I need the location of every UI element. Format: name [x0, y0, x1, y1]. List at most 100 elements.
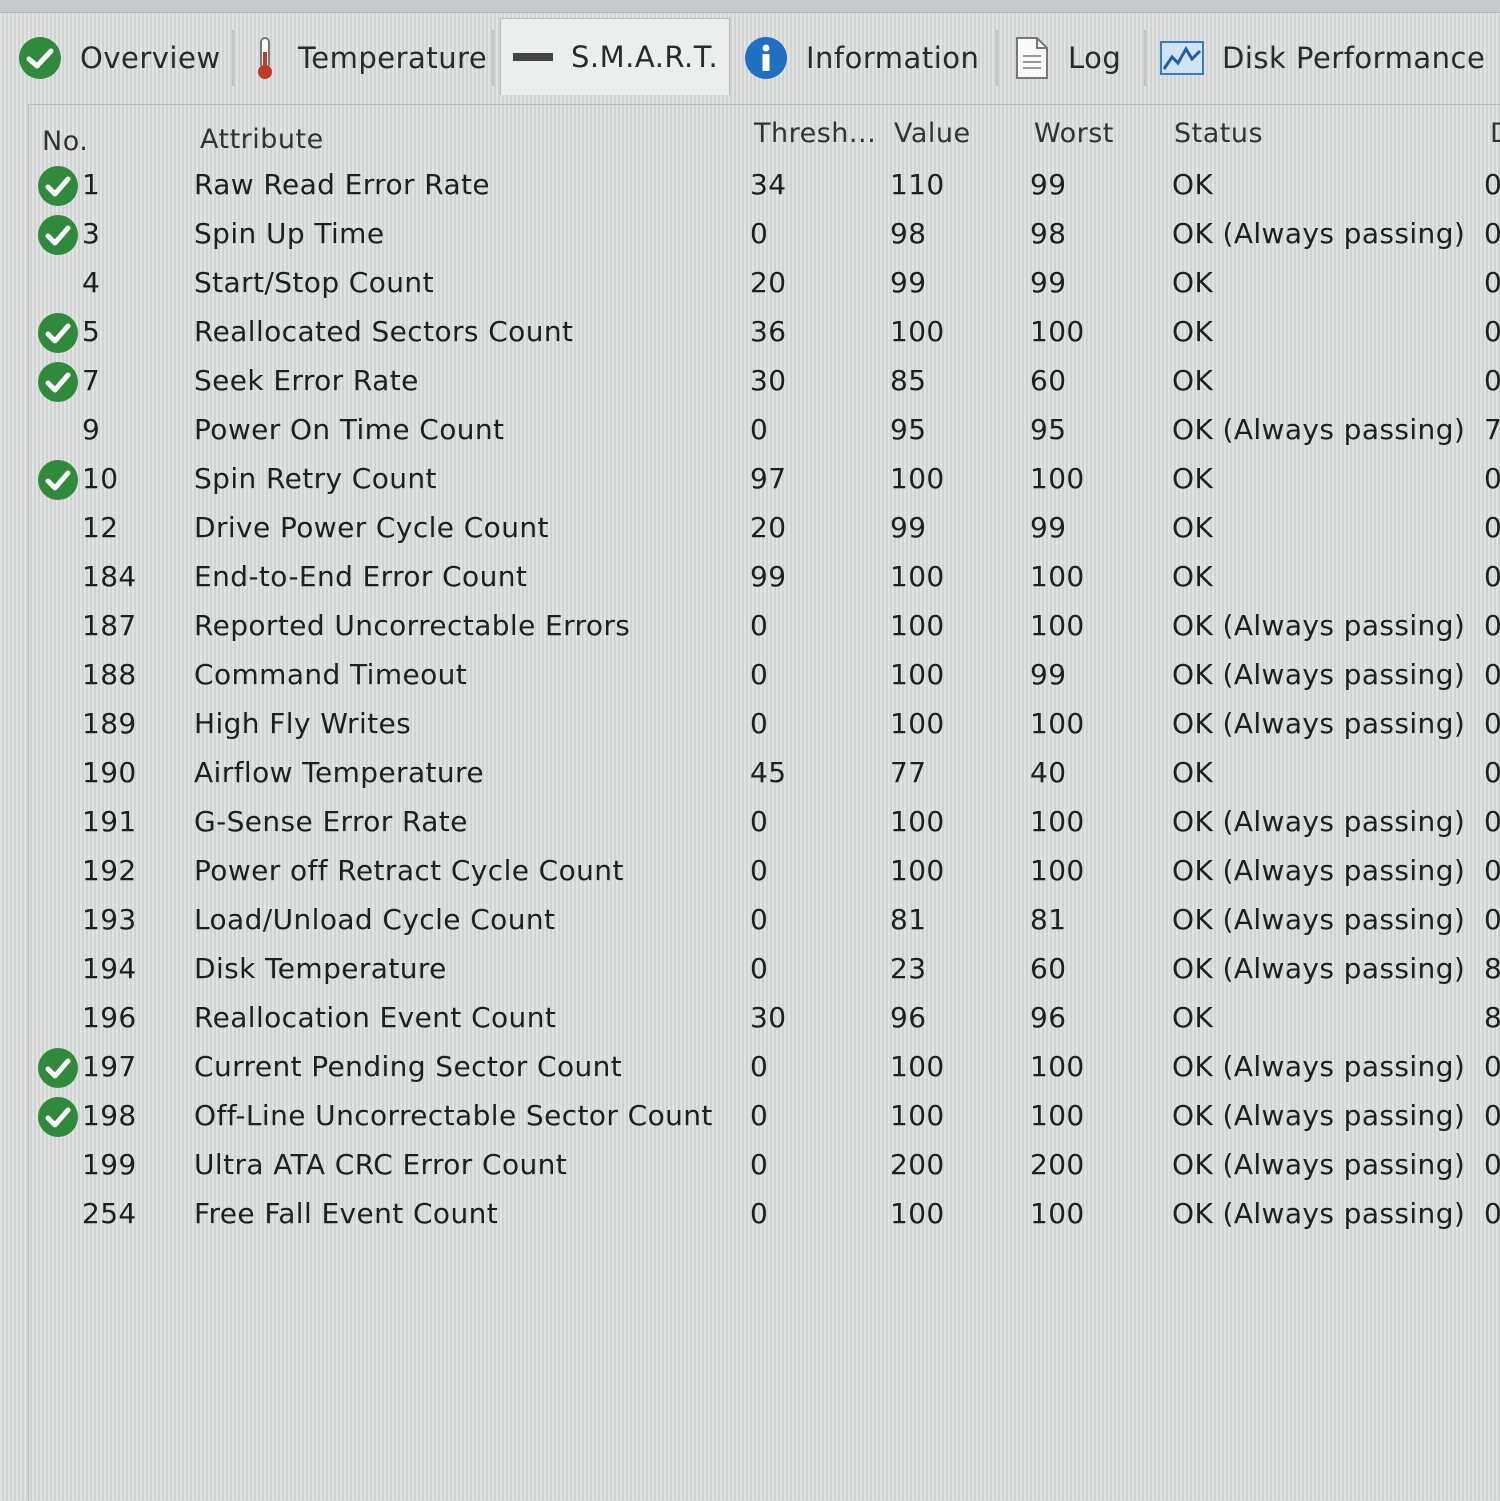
cell-data: 0 — [1484, 658, 1500, 691]
dash-icon — [513, 35, 553, 79]
table-row[interactable]: 190 Airflow Temperature 45 77 40 OK 0 — [30, 750, 1500, 799]
table-row[interactable]: 187 Reported Uncorrectable Errors 0 100 100 O… — [30, 603, 1500, 652]
column-header-worst[interactable]: Worst — [1034, 118, 1114, 149]
table-row[interactable]: 4 Start/Stop Count 20 99 99 OK 0 — [30, 260, 1500, 309]
cell-status: OK — [1172, 266, 1214, 299]
cell-worst: 60 — [1030, 364, 1067, 397]
cell-data: 0 — [1484, 315, 1500, 348]
cell-threshold: 0 — [750, 658, 769, 691]
table-row[interactable]: 10 Spin Retry Count 97 100 100 OK 0 — [30, 456, 1500, 505]
tab-temperature[interactable]: Temperature — [250, 26, 487, 90]
cell-value: 96 — [890, 1001, 927, 1034]
table-row[interactable]: 184 End-to-End Error Count 99 100 100 OK 0 — [30, 554, 1500, 603]
table-row[interactable]: 188 Command Timeout 0 100 99 OK (Always passi… — [30, 652, 1500, 701]
cell-worst: 100 — [1030, 707, 1085, 740]
table-row[interactable]: 9 Power On Time Count 0 95 95 OK (Always pass… — [30, 407, 1500, 456]
cell-data: 0 — [1484, 168, 1500, 201]
tab-smart[interactable]: S.M.A.R.T. — [500, 18, 730, 95]
cell-value: 100 — [890, 462, 945, 495]
table-row[interactable]: 3 Spin Up Time 0 98 98 OK (Always passing) 0 — [30, 211, 1500, 260]
cell-attribute: Power off Retract Cycle Count — [194, 854, 624, 887]
cell-threshold: 0 — [750, 1197, 769, 1230]
tab-disk-performance[interactable]: Disk Performance — [1160, 26, 1485, 90]
cell-status: OK (Always passing) — [1172, 707, 1466, 740]
cell-value: 100 — [890, 1099, 945, 1132]
table-row[interactable]: 194 Disk Temperature 0 23 60 OK (Always passi… — [30, 946, 1500, 995]
column-header-attribute[interactable]: Attribute — [200, 124, 324, 155]
cell-value: 100 — [890, 609, 945, 642]
cell-data: 0 — [1484, 805, 1500, 838]
table-row[interactable]: 192 Power off Retract Cycle Count 0 100 100 O… — [30, 848, 1500, 897]
cell-no: 1 — [82, 168, 101, 201]
cell-threshold: 30 — [750, 1001, 787, 1034]
cell-no: 5 — [82, 315, 101, 348]
table-row[interactable]: 191 G-Sense Error Rate 0 100 100 OK (Always p… — [30, 799, 1500, 848]
cell-attribute: Raw Read Error Rate — [194, 168, 491, 201]
cell-status: OK (Always passing) — [1172, 903, 1466, 936]
cell-value: 100 — [890, 658, 945, 691]
table-row[interactable]: 198 Off-Line Uncorrectable Sector Count 0 1… — [30, 1093, 1500, 1142]
cell-value: 100 — [890, 707, 945, 740]
table-row[interactable]: 197 Current Pending Sector Count 0 100 100 OK… — [30, 1044, 1500, 1093]
column-header-value[interactable]: Value — [894, 118, 971, 149]
column-header-no[interactable]: No. — [42, 126, 88, 157]
cell-threshold: 45 — [750, 756, 787, 789]
tab-label: Information — [806, 41, 980, 75]
cell-status: OK (Always passing) — [1172, 217, 1466, 250]
cell-attribute: Reallocated Sectors Count — [194, 315, 574, 348]
cell-status: OK (Always passing) — [1172, 1099, 1466, 1132]
cell-worst: 95 — [1030, 413, 1067, 446]
cell-attribute: Ultra ATA CRC Error Count — [194, 1148, 568, 1181]
cell-threshold: 0 — [750, 609, 769, 642]
tab-label: Log — [1068, 41, 1122, 75]
cell-attribute: Reallocation Event Count — [194, 1001, 557, 1034]
cell-status: OK — [1172, 462, 1214, 495]
table-row[interactable]: 254 Free Fall Event Count 0 100 100 OK (Alway… — [30, 1191, 1500, 1240]
table-row[interactable]: 189 High Fly Writes 0 100 100 OK (Always pass… — [30, 701, 1500, 750]
table-row[interactable]: 199 Ultra ATA CRC Error Count 0 200 200 OK (A… — [30, 1142, 1500, 1191]
cell-worst: 100 — [1030, 1099, 1085, 1132]
info-icon — [744, 36, 788, 80]
cell-value: 100 — [890, 1197, 945, 1230]
table-row[interactable]: 5 Reallocated Sectors Count 36 100 100 OK 0 — [30, 309, 1500, 358]
cell-status: OK (Always passing) — [1172, 413, 1466, 446]
cell-value: 77 — [890, 756, 927, 789]
table-row[interactable]: 12 Drive Power Cycle Count 20 99 99 OK 0 — [30, 505, 1500, 554]
cell-value: 100 — [890, 805, 945, 838]
cell-threshold: 97 — [750, 462, 787, 495]
table-row[interactable]: 7 Seek Error Rate 30 85 60 OK 0 — [30, 358, 1500, 407]
cell-data: 7 — [1484, 413, 1500, 446]
column-header-data[interactable]: D — [1490, 118, 1500, 149]
cell-status: OK (Always passing) — [1172, 1197, 1466, 1230]
cell-status: OK (Always passing) — [1172, 609, 1466, 642]
cell-data: 0 — [1484, 1099, 1500, 1132]
app-window: Overview Temperature S.M.A.R.T. Informat… — [0, 0, 1500, 1501]
cell-worst: 100 — [1030, 560, 1085, 593]
cell-worst: 100 — [1030, 854, 1085, 887]
cell-attribute: Disk Temperature — [194, 952, 447, 985]
cell-value: 200 — [890, 1148, 945, 1181]
column-header-status[interactable]: Status — [1174, 118, 1263, 149]
cell-data: 8 — [1484, 1001, 1500, 1034]
cell-no: 9 — [82, 413, 101, 446]
check-circle-icon — [38, 166, 78, 206]
tab-overview[interactable]: Overview — [18, 26, 221, 90]
cell-status: OK (Always passing) — [1172, 1050, 1466, 1083]
cell-data: 0 — [1484, 511, 1500, 544]
cell-status: OK (Always passing) — [1172, 952, 1466, 985]
column-header-threshold[interactable]: Thresh... — [754, 118, 876, 149]
cell-no: 7 — [82, 364, 101, 397]
cell-data: 8 — [1484, 952, 1500, 985]
cell-threshold: 0 — [750, 413, 769, 446]
tab-log[interactable]: Log — [1014, 26, 1121, 90]
table-row[interactable]: 196 Reallocation Event Count 30 96 96 OK 8 — [30, 995, 1500, 1044]
cell-status: OK — [1172, 364, 1214, 397]
tab-information[interactable]: Information — [744, 26, 979, 90]
table-row[interactable]: 193 Load/Unload Cycle Count 0 81 81 OK (Alway… — [30, 897, 1500, 946]
cell-threshold: 36 — [750, 315, 787, 348]
cell-threshold: 99 — [750, 560, 787, 593]
cell-worst: 100 — [1030, 1197, 1085, 1230]
cell-status: OK (Always passing) — [1172, 1148, 1466, 1181]
table-row[interactable]: 1 Raw Read Error Rate 34 110 99 OK 0 — [30, 162, 1500, 211]
cell-attribute: Start/Stop Count — [194, 266, 434, 299]
